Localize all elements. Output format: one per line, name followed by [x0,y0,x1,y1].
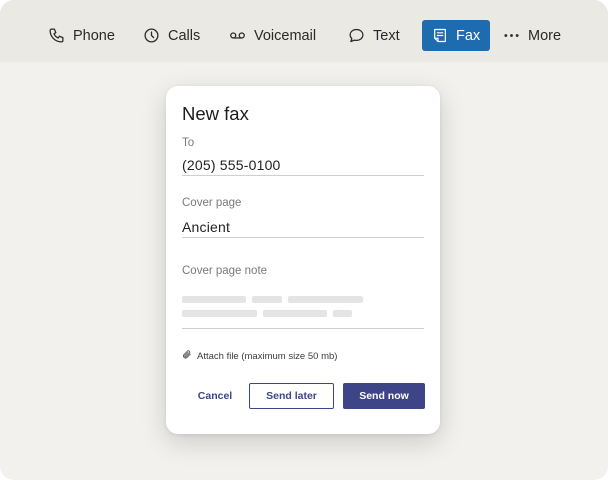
cover-page-select[interactable]: Ancient [182,219,230,235]
nav-item-text[interactable]: Text [348,20,400,51]
nav-label-text: Text [373,27,400,44]
nav-label-calls: Calls [168,27,201,44]
nav-label-more: More [528,27,562,44]
cover-page-note-underline [182,328,424,329]
placeholder-line [333,310,352,317]
new-fax-dialog: New fax To (205) 555-0100 Cover page Anc… [166,86,440,434]
top-navigation-bar: Phone Calls Voicemail Text Fax More [0,0,608,62]
placeholder-line [182,296,246,303]
send-later-button[interactable]: Send later [249,383,334,409]
to-field-label: To [182,137,195,149]
app-window: Phone Calls Voicemail Text Fax More New … [0,0,608,480]
nav-label-voicemail: Voicemail [254,27,317,44]
attach-file-label: Attach file (maximum size 50 mb) [197,350,338,362]
to-field-underline [182,175,424,176]
cover-page-note-label: Cover page note [182,265,268,277]
phone-icon [48,27,65,44]
nav-label-phone: Phone [73,27,115,44]
nav-item-phone[interactable]: Phone [48,20,115,51]
dialog-title: New fax [182,103,249,124]
cover-page-underline [182,237,424,238]
nav-item-more[interactable]: More [503,20,561,51]
paperclip-icon [182,349,192,363]
to-field[interactable]: (205) 555-0100 [182,157,281,173]
send-now-button[interactable]: Send now [343,383,425,409]
cancel-button[interactable]: Cancel [194,383,236,409]
attach-file-link[interactable]: Attach file (maximum size 50 mb) [182,349,337,363]
cover-page-note-field[interactable] [182,286,424,328]
clock-icon [143,27,160,44]
nav-item-fax[interactable]: Fax [422,20,491,51]
placeholder-line [263,310,327,317]
nav-label-fax: Fax [456,27,481,44]
fax-document-icon [432,27,448,44]
more-dots-icon [503,27,520,44]
nav-item-voicemail[interactable]: Voicemail [229,20,316,51]
placeholder-line [288,296,363,303]
cover-page-label: Cover page [182,197,242,209]
voicemail-icon [229,27,246,44]
placeholder-line [252,296,282,303]
chat-bubble-icon [348,27,365,44]
nav-item-calls[interactable]: Calls [143,20,200,51]
placeholder-line [182,310,257,317]
